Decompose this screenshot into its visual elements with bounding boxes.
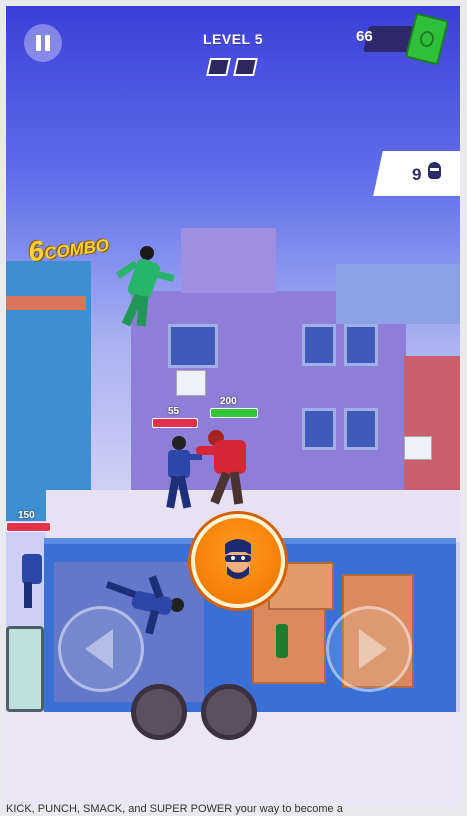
window <box>168 324 218 368</box>
arrow-left-icon <box>85 629 113 669</box>
super-power-button[interactable] <box>191 514 285 608</box>
truck-wheel <box>201 684 257 740</box>
super-power-icon <box>225 539 251 579</box>
window <box>344 324 378 366</box>
edge-cop-health-bar <box>6 522 51 532</box>
store-caption: KICK, PUNCH, SMACK, and SUPER POWER your… <box>6 803 343 815</box>
game-viewport[interactable]: 55 200 150 6COMBO LEVEL 5 66 9 <box>6 6 460 806</box>
bottle <box>276 624 288 658</box>
arrow-right-icon <box>359 629 387 669</box>
building-right-red <box>404 356 460 506</box>
building-center-top <box>181 228 276 293</box>
combo-counter: 6COMBO <box>26 226 110 269</box>
cop-health-bar <box>152 418 198 428</box>
green-thug-flying <box>114 246 175 328</box>
red-hero-player <box>196 428 256 508</box>
move-left-button[interactable] <box>58 606 144 692</box>
cash-icon <box>404 12 450 66</box>
edge-cop-health-value: 150 <box>18 510 35 521</box>
combo-label: COMBO <box>42 235 111 264</box>
enemies-remaining: 9 <box>412 165 422 184</box>
stage-progress-slot <box>206 58 231 76</box>
enemy-head-icon <box>428 162 441 179</box>
ac-unit <box>176 370 206 396</box>
ac-unit <box>404 436 432 460</box>
cop-enemy-edge <box>20 544 42 608</box>
window <box>302 408 336 450</box>
building-right <box>336 264 460 324</box>
cop-enemy-fighting <box>164 436 202 510</box>
building-left-roof <box>6 296 86 310</box>
player-health-value: 200 <box>220 396 237 407</box>
cop-health-value: 55 <box>168 406 180 417</box>
stage-progress-slot <box>233 58 258 76</box>
window <box>344 408 378 450</box>
truck-wheel <box>131 684 187 740</box>
window <box>302 324 336 366</box>
move-right-button[interactable] <box>326 606 412 692</box>
trash-can <box>6 626 44 712</box>
crate <box>252 598 326 684</box>
cash-amount: 66 <box>356 28 373 45</box>
player-health-bar <box>210 408 258 418</box>
stage-progress <box>206 58 258 76</box>
